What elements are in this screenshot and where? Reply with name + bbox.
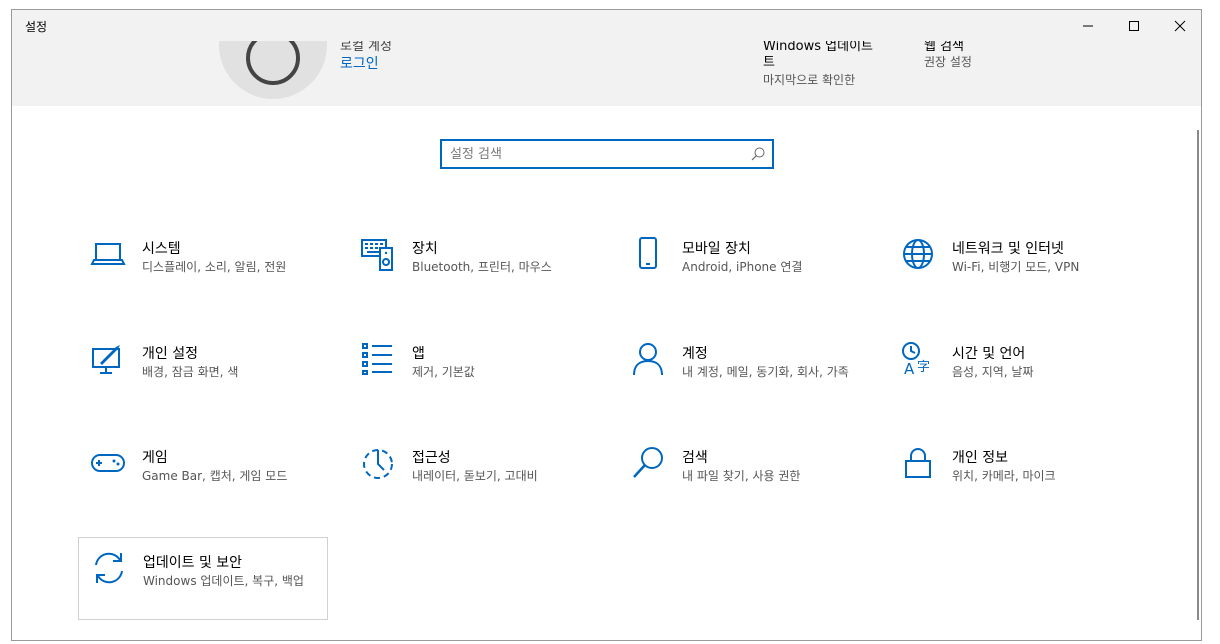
- laptop-icon: [90, 243, 126, 265]
- sign-in-link[interactable]: 로그인: [340, 53, 379, 73]
- update-header-title-wrap: 트: [763, 55, 775, 70]
- tile-title: 접근성: [412, 450, 451, 466]
- tile-devices[interactable]: 장치 Bluetooth, 프린터, 마우스: [348, 224, 598, 308]
- tile-desc: Bluetooth, 프린터, 마우스: [412, 260, 552, 274]
- search-icon: [751, 147, 765, 161]
- tile-title: 장치: [412, 241, 438, 257]
- tile-personalization[interactable]: 개인 설정 배경, 잠금 화면, 색: [78, 329, 328, 413]
- personalization-icon: [92, 345, 120, 374]
- tile-accounts[interactable]: 계정 내 계정, 메일, 동기화, 회사, 가족: [618, 329, 868, 413]
- tile-apps[interactable]: 앱 제거, 기본값: [348, 329, 598, 413]
- close-icon: [1174, 20, 1186, 31]
- account-header: 로컬 계정 로그인 Windows 업데이트 트 마지막으로 확인한 웹 검색 …: [12, 41, 1201, 106]
- tile-update-security[interactable]: 업데이트 및 보안 Windows 업데이트, 복구, 백업: [78, 537, 328, 620]
- devices-icon: [361, 239, 393, 271]
- tile-desc: 내 파일 찾기, 사용 권한: [682, 469, 801, 483]
- gamepad-icon: [91, 454, 125, 472]
- tile-mobile[interactable]: 모바일 장치 Android, iPhone 연결: [618, 224, 868, 308]
- tile-time-language[interactable]: A字 시간 및 언어 음성, 지역, 날짜: [888, 329, 1138, 413]
- tile-title: 네트워크 및 인터넷: [952, 241, 1064, 257]
- web-search-sub: 권장 설정: [924, 55, 972, 69]
- tile-desc: 내 계정, 메일, 동기화, 회사, 가족: [682, 365, 849, 379]
- accessibility-icon: [363, 449, 393, 479]
- close-button[interactable]: [1157, 10, 1203, 41]
- person-icon: [633, 343, 663, 376]
- tile-title: 게임: [142, 450, 168, 466]
- update-header-sub: 마지막으로 확인한: [763, 73, 856, 87]
- tile-title: 검색: [682, 450, 708, 466]
- tile-network[interactable]: 네트워크 및 인터넷 Wi-Fi, 비행기 모드, VPN: [888, 224, 1138, 308]
- tile-desc: 제거, 기본값: [412, 365, 475, 379]
- search-input[interactable]: [450, 145, 740, 163]
- minimize-button[interactable]: [1065, 10, 1111, 41]
- tile-title: 개인 정보: [952, 450, 1008, 466]
- apps-icon: [362, 343, 392, 375]
- search-icon: [633, 447, 663, 478]
- tile-privacy[interactable]: 개인 정보 위치, 카메라, 마이크: [888, 433, 1138, 517]
- window-title: 설정: [25, 20, 48, 34]
- tile-desc: 내레이터, 돋보기, 고대비: [412, 469, 538, 483]
- user-icon: [246, 41, 300, 85]
- settings-window: 설정 로컬 계정 로그인 Windows 업데이트 트 마지막으로 확인한 웹 …: [11, 9, 1202, 641]
- lock-icon: [905, 448, 931, 478]
- svg-text:字: 字: [917, 360, 930, 375]
- phone-icon: [639, 237, 657, 269]
- tile-title: 앱: [412, 346, 425, 362]
- tile-desc: 위치, 카메라, 마이크: [952, 469, 1056, 483]
- avatar: [219, 41, 327, 99]
- tile-title: 시스템: [142, 241, 181, 257]
- tile-desc: Game Bar, 캡처, 게임 모드: [142, 469, 288, 483]
- maximize-icon: [1129, 20, 1139, 31]
- svg-text:A: A: [904, 360, 915, 377]
- tile-desc: 배경, 잠금 화면, 색: [142, 365, 239, 379]
- tile-desc: Windows 업데이트, 복구, 백업: [143, 574, 304, 588]
- tile-desc: 디스플레이, 소리, 알림, 전원: [142, 260, 287, 274]
- tile-desc: Android, iPhone 연결: [682, 260, 803, 274]
- tile-gaming[interactable]: 게임 Game Bar, 캡처, 게임 모드: [78, 433, 328, 517]
- tile-desc: Wi-Fi, 비행기 모드, VPN: [952, 260, 1080, 274]
- tile-title: 개인 설정: [142, 346, 198, 362]
- time-language-icon: A字: [902, 342, 930, 377]
- update-icon: [95, 552, 123, 584]
- title-bar: 설정: [12, 10, 1201, 41]
- globe-icon: [903, 239, 933, 269]
- tile-accessibility[interactable]: 접근성 내레이터, 돋보기, 고대비: [348, 433, 598, 517]
- tile-title: 계정: [682, 346, 708, 362]
- scrollbar[interactable]: [1197, 130, 1199, 620]
- tile-search[interactable]: 검색 내 파일 찾기, 사용 권한: [618, 433, 868, 517]
- tile-title: 모바일 장치: [682, 241, 751, 257]
- tile-title: 시간 및 언어: [952, 346, 1026, 362]
- tile-title: 업데이트 및 보안: [143, 555, 243, 571]
- maximize-button[interactable]: [1111, 10, 1157, 41]
- update-header-title[interactable]: Windows 업데이트: [763, 41, 873, 54]
- settings-search-box[interactable]: [440, 139, 774, 169]
- tile-system[interactable]: 시스템 디스플레이, 소리, 알림, 전원: [78, 224, 328, 308]
- minimize-icon: [1083, 25, 1093, 26]
- tile-desc: 음성, 지역, 날짜: [952, 365, 1034, 379]
